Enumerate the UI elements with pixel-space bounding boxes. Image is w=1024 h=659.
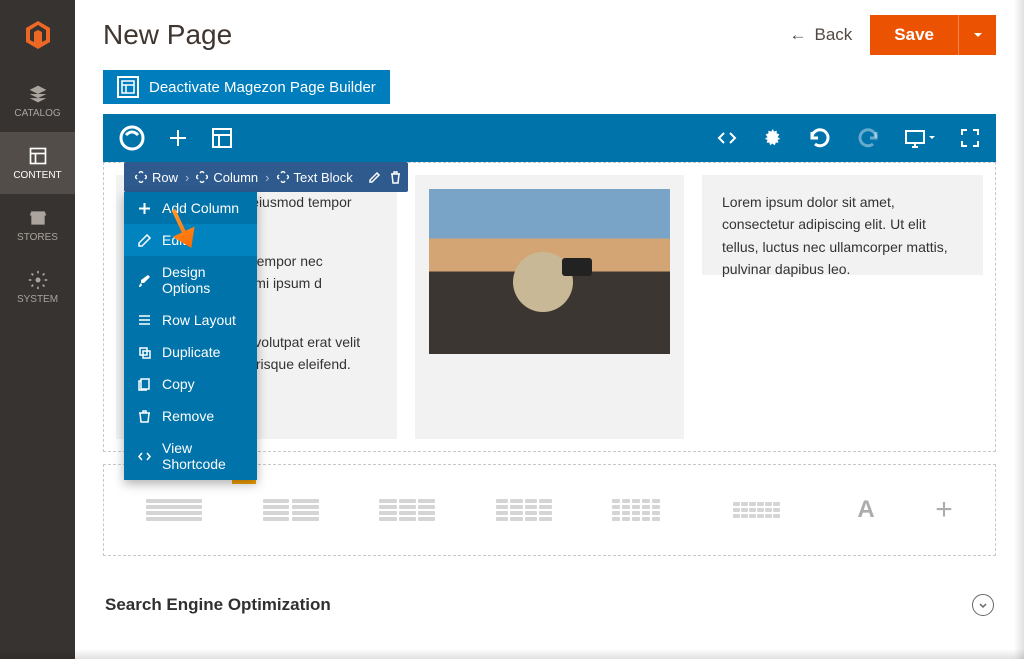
move-icon [277, 171, 289, 183]
edit-icon[interactable] [368, 171, 381, 184]
magento-logo[interactable] [0, 0, 75, 70]
text-block-col3: Lorem ipsum dolor sit amet, consectetur … [722, 191, 963, 281]
pencil-icon [137, 233, 152, 248]
column-2[interactable] [415, 175, 684, 439]
layout-opt-3[interactable] [379, 499, 435, 521]
crumb-column-label: Column [213, 170, 258, 185]
builder-toolbar [103, 114, 996, 162]
code-icon [137, 449, 152, 464]
nav-stores[interactable]: STORES [0, 194, 75, 256]
row-context-menu: Add Column Edit Design Options Row Layou… [124, 192, 257, 480]
nav-content-label: CONTENT [13, 170, 61, 181]
plus-icon [137, 201, 152, 216]
menu-remove-label: Remove [162, 408, 214, 424]
seo-section-header[interactable]: Search Engine Optimization [103, 594, 996, 616]
back-arrow-icon: ← [790, 25, 807, 45]
menu-edit-label: Edit [162, 232, 186, 248]
menu-view-shortcode[interactable]: View Shortcode [124, 432, 257, 480]
redo-icon[interactable] [856, 126, 880, 150]
crumb-row-label: Row [152, 170, 178, 185]
menu-row-layout[interactable]: Row Layout [124, 304, 257, 336]
element-breadcrumb: Row › Column › Text Block [124, 162, 408, 192]
menu-duplicate[interactable]: Duplicate [124, 336, 257, 368]
nav-stores-label: STORES [17, 232, 58, 243]
viewport-icon[interactable] [904, 127, 936, 149]
menu-add-column-label: Add Column [162, 200, 239, 216]
page-header: New Page ← Back Save [75, 0, 1024, 70]
layout-opt-2[interactable] [263, 499, 319, 521]
delete-icon[interactable] [389, 171, 402, 184]
settings-icon[interactable] [762, 127, 784, 149]
menu-copy[interactable]: Copy [124, 368, 257, 400]
back-label: Back [815, 25, 853, 45]
brush-icon [137, 273, 152, 288]
seo-title: Search Engine Optimization [105, 595, 331, 615]
undo-icon[interactable] [808, 126, 832, 150]
nav-content[interactable]: CONTENT [0, 132, 75, 194]
menu-edit[interactable]: Edit [124, 224, 257, 256]
menu-copy-label: Copy [162, 376, 195, 392]
crumb-separator: › [265, 170, 269, 185]
layout-opt-6[interactable] [733, 502, 797, 518]
menu-shortcode-label: View Shortcode [162, 440, 244, 472]
crumb-column[interactable]: Column [191, 168, 263, 187]
deactivate-builder-button[interactable]: Deactivate Magezon Page Builder [103, 70, 390, 104]
header-actions: ← Back Save [790, 15, 997, 55]
nav-catalog[interactable]: CATALOG [0, 70, 75, 132]
menu-add-column[interactable]: Add Column [124, 192, 257, 224]
column-3[interactable]: Lorem ipsum dolor sit amet, consectetur … [702, 175, 983, 275]
logo-circle-icon[interactable] [119, 125, 145, 151]
layout-opt-4[interactable] [496, 499, 552, 521]
crumb-row[interactable]: Row [130, 168, 183, 187]
seo-collapse-toggle[interactable] [972, 594, 994, 616]
layout-opt-5[interactable] [612, 499, 672, 521]
duplicate-icon [137, 345, 152, 360]
layout-text-option[interactable]: A [857, 496, 874, 524]
menu-design-options[interactable]: Design Options [124, 256, 257, 304]
nav-system[interactable]: SYSTEM [0, 256, 75, 318]
save-dropdown-toggle[interactable] [958, 15, 996, 55]
admin-sidebar: CATALOG CONTENT STORES SYSTEM [0, 0, 75, 659]
add-element-icon[interactable] [167, 127, 189, 149]
crumb-textblock[interactable]: Text Block [272, 168, 358, 187]
back-link[interactable]: ← Back [790, 25, 853, 45]
rows-icon [137, 313, 152, 328]
code-view-icon[interactable] [716, 127, 738, 149]
template-icon[interactable] [211, 127, 233, 149]
trash-icon [137, 409, 152, 424]
layout-opt-1[interactable] [146, 499, 202, 521]
nav-system-label: SYSTEM [17, 294, 58, 305]
move-icon [135, 171, 147, 183]
menu-duplicate-label: Duplicate [162, 344, 220, 360]
save-button-group: Save [870, 15, 996, 55]
save-button[interactable]: Save [870, 15, 958, 55]
layout-add-option[interactable]: + [935, 493, 953, 527]
menu-remove[interactable]: Remove [124, 400, 257, 432]
chevron-down-icon [978, 600, 988, 610]
layout-icon [117, 76, 139, 98]
move-icon [196, 171, 208, 183]
fullscreen-icon[interactable] [960, 128, 980, 148]
menu-layout-label: Row Layout [162, 312, 236, 328]
page-title: New Page [103, 19, 232, 51]
crumb-textblock-label: Text Block [294, 170, 353, 185]
menu-design-label: Design Options [162, 264, 244, 296]
copy-icon [137, 377, 152, 392]
deactivate-label: Deactivate Magezon Page Builder [149, 79, 376, 96]
image-placeholder[interactable] [429, 189, 670, 354]
nav-catalog-label: CATALOG [14, 108, 60, 119]
crumb-separator: › [185, 170, 189, 185]
caret-down-icon [972, 29, 984, 41]
